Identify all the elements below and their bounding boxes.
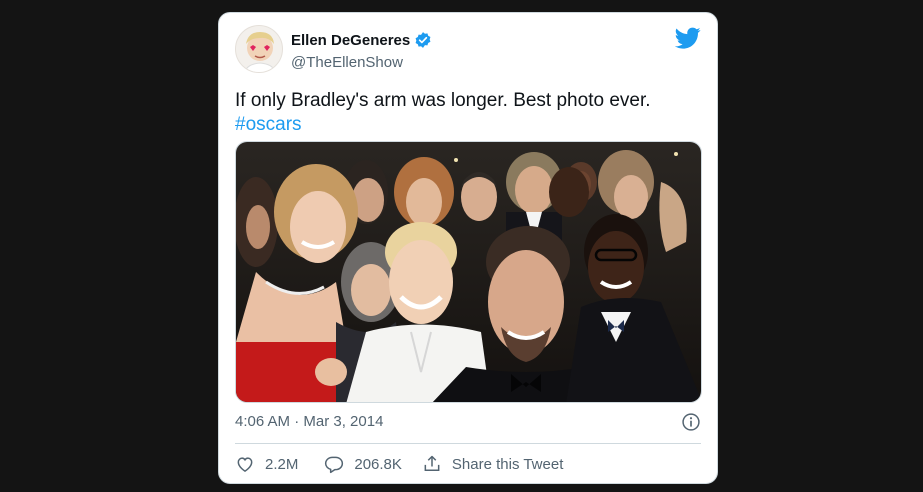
- heart-icon: [237, 457, 253, 472]
- author-name-row[interactable]: Ellen DeGeneres: [291, 31, 432, 49]
- divider: [235, 443, 701, 444]
- tweet-actions: 2.2M 206.8K Share this Tweet: [235, 453, 701, 475]
- author-name[interactable]: Ellen DeGeneres: [291, 32, 410, 49]
- tweet-text: If only Bradley's arm was longer. Best p…: [235, 89, 701, 137]
- reply-bubble-icon: [325, 456, 344, 474]
- hashtag-link[interactable]: #oscars: [235, 113, 701, 137]
- tweet-body: If only Bradley's arm was longer. Best p…: [235, 90, 651, 111]
- reply-button[interactable]: 206.8K: [324, 454, 402, 474]
- twitter-bird-icon[interactable]: [674, 25, 701, 51]
- tweet-header: Ellen DeGeneres @TheEllenShow: [235, 25, 701, 75]
- info-icon[interactable]: [681, 412, 701, 432]
- verified-badge-icon: [414, 31, 432, 49]
- author-handle[interactable]: @TheEllenShow: [291, 54, 403, 71]
- like-button[interactable]: 2.2M: [235, 454, 298, 474]
- avatar[interactable]: [235, 25, 283, 73]
- share-button[interactable]: Share this Tweet: [422, 454, 563, 474]
- tweet-photo[interactable]: [235, 141, 702, 403]
- tweet-meta: 4:06 AM · Mar 3, 2014: [235, 413, 701, 433]
- share-label: Share this Tweet: [451, 455, 564, 473]
- tweet-timestamp[interactable]: 4:06 AM · Mar 3, 2014: [235, 413, 383, 430]
- reply-count: 206.8K: [354, 455, 402, 473]
- share-icon: [424, 455, 440, 471]
- tweet-card[interactable]: Ellen DeGeneres @TheEllenShow If only Br…: [218, 12, 718, 484]
- like-count: 2.2M: [265, 455, 299, 473]
